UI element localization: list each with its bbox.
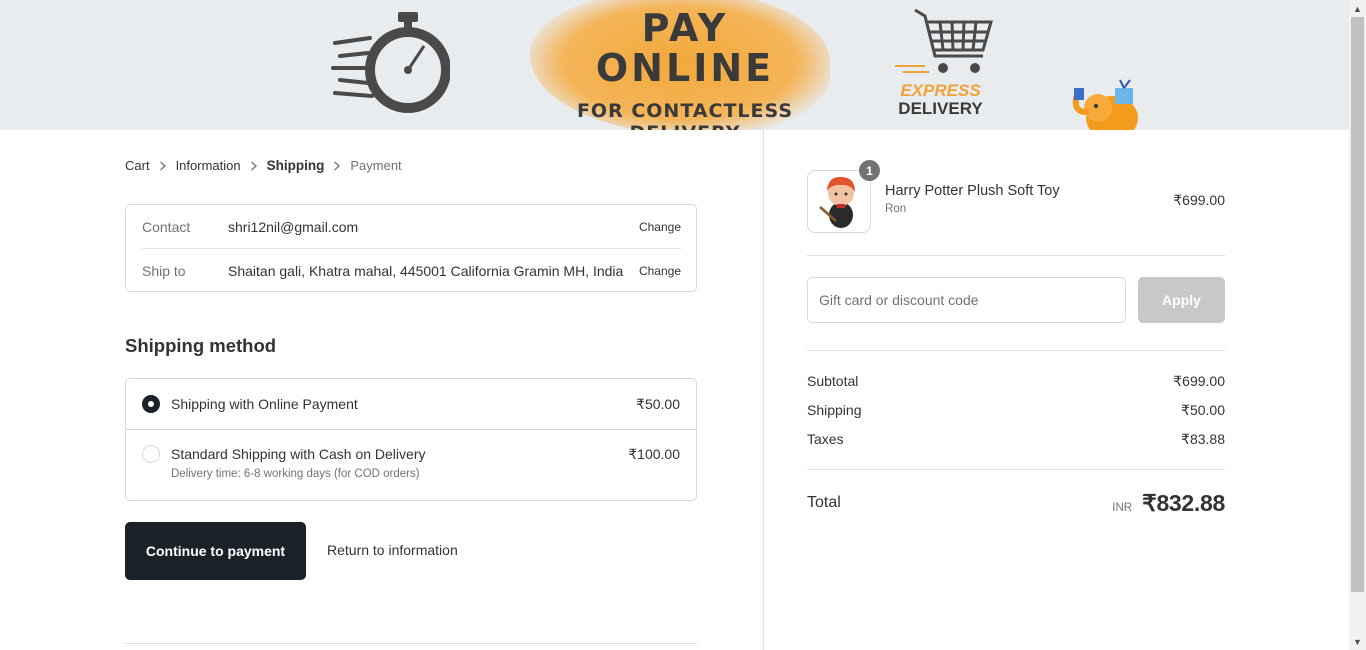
banner-express-text: EXPRESS [900,81,981,100]
review-block: Contact shri12nil@gmail.com Change Ship … [125,204,697,292]
breadcrumb-shipping: Shipping [266,158,325,173]
product-thumbnail [807,170,871,233]
radio-selected[interactable] [142,395,160,413]
chevron-right-icon [150,161,176,171]
contact-row: Contact shri12nil@gmail.com Change [142,205,681,249]
contact-value: shri12nil@gmail.com [228,218,359,235]
continue-to-payment-button[interactable]: Continue to payment [125,522,306,580]
breadcrumb-cart[interactable]: Cart [125,158,150,173]
taxes-label: Taxes [807,431,844,447]
return-to-information-link[interactable]: Return to information [327,542,458,558]
product-variant: Ron [885,203,907,215]
divider [807,255,1225,256]
breadcrumb-information[interactable]: Information [176,158,241,173]
ship-to-row: Ship to Shaitan gali, Khatra mahal, 4450… [142,249,681,293]
shipping-option-name: Shipping with Online Payment [171,396,358,412]
scroll-thumb[interactable] [1351,17,1364,592]
shipping-option-price: ₹100.00 [628,446,680,462]
divider [125,643,697,644]
scroll-down-arrow-icon[interactable]: ▼ [1349,633,1366,650]
promo-banner: PAY ONLINE FOR CONTACTLESS DELIVERY EXPR… [0,0,1349,130]
product-name: Harry Potter Plush Soft Toy [885,183,1060,199]
banner-headline: PAY ONLINE [540,8,830,88]
shipping-option-price: ₹50.00 [636,396,680,412]
banner-pay-text: PAY [641,6,729,50]
plush-toy-image [819,176,855,228]
contact-label: Contact [142,218,191,235]
shipping-methods: Shipping with Online Payment ₹50.00 Stan… [125,378,697,501]
shipping-value: ₹50.00 [1181,401,1225,418]
shopping-cart-icon [895,8,993,73]
shipping-line: Shipping ₹50.00 [807,400,1225,420]
banner-subline: FOR CONTACTLESS DELIVERY [576,100,794,130]
banner-online-text: ONLINE [595,46,775,90]
shipping-label: Shipping [807,402,862,418]
shipping-option-description: Delivery time: 6-8 working days (for COD… [171,468,420,480]
scroll-up-arrow-icon[interactable]: ▲ [1349,0,1366,17]
change-contact-link[interactable]: Change [639,220,681,234]
discount-code-input[interactable] [807,277,1126,323]
shipping-option-cod[interactable]: Standard Shipping with Cash on Delivery … [126,430,696,500]
subtotal-line: Subtotal ₹699.00 [807,371,1225,391]
total-label: Total [807,494,841,511]
divider [807,469,1225,470]
taxes-value: ₹83.88 [1181,430,1225,447]
change-address-link[interactable]: Change [639,264,681,278]
total-amount-group: INR ₹832.88 [1112,490,1225,517]
shipping-option-online[interactable]: Shipping with Online Payment ₹50.00 [126,379,696,430]
product-price: ₹699.00 [1173,192,1225,208]
shipping-method-title: Shipping method [125,335,277,356]
banner-delivery-text: DELIVERY [898,99,983,118]
quantity-badge: 1 [859,160,880,181]
apply-discount-button[interactable]: Apply [1138,277,1225,323]
taxes-line: Taxes ₹83.88 [807,429,1225,449]
divider [807,350,1225,351]
ship-to-value: Shaitan gali, Khatra mahal, 445001 Calif… [228,263,624,279]
radio-unselected[interactable] [142,445,160,463]
chevron-right-icon [241,161,267,171]
total-amount: ₹832.88 [1142,489,1225,516]
breadcrumb-payment: Payment [350,158,402,173]
ship-to-label: Ship to [142,263,186,279]
stopwatch-icon [331,12,450,113]
shipping-option-name: Standard Shipping with Cash on Delivery [171,446,426,462]
currency-code: INR [1112,501,1133,514]
scrollbar[interactable]: ▲ ▼ [1349,0,1366,650]
subtotal-value: ₹699.00 [1173,372,1225,389]
chevron-right-icon [324,161,350,171]
subtotal-label: Subtotal [807,373,859,389]
elephant-mascot-icon [1072,79,1138,130]
breadcrumb: Cart Information Shipping Payment [125,158,402,173]
total-line: Total INR ₹832.88 [807,488,1225,518]
